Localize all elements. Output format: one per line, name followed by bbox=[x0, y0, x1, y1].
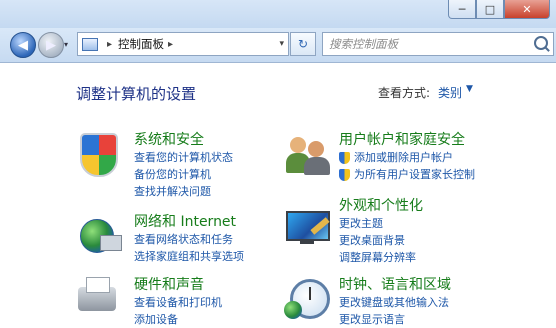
control-panel-icon bbox=[82, 37, 98, 51]
refresh-button[interactable]: ↻ bbox=[290, 32, 316, 56]
window-controls: ─ □ ✕ bbox=[448, 0, 550, 20]
refresh-icon: ↻ bbox=[297, 37, 309, 51]
category-hardware-sound: 硬件和声音 查看设备和打印机 添加设备 bbox=[134, 276, 222, 328]
display-brush-icon[interactable] bbox=[284, 203, 330, 249]
search-icon[interactable] bbox=[534, 36, 548, 50]
category-title[interactable]: 用户帐户和家庭安全 bbox=[339, 131, 475, 149]
category-link[interactable]: 更改桌面背景 bbox=[339, 232, 423, 249]
category-title[interactable]: 时钟、语言和区域 bbox=[339, 276, 451, 294]
category-title[interactable]: 硬件和声音 bbox=[134, 276, 222, 294]
category-link[interactable]: 更改主题 bbox=[339, 215, 423, 232]
main-content: 调整计算机的设置 查看方式: 类别 ▼ 系统和安全 查看您的计算机状态 备份您的… bbox=[0, 63, 556, 326]
category-link[interactable]: 添加设备 bbox=[134, 311, 222, 328]
category-link[interactable]: 查看设备和打印机 bbox=[134, 294, 222, 311]
title-bar: ─ □ ✕ bbox=[0, 0, 556, 28]
category-link-label[interactable]: 添加或删除用户帐户 bbox=[354, 149, 453, 166]
category-link[interactable]: 调整屏幕分辨率 bbox=[339, 249, 423, 266]
uac-shield-icon bbox=[339, 168, 350, 181]
minimize-button[interactable]: ─ bbox=[448, 0, 476, 19]
category-link[interactable]: 查看您的计算机状态 bbox=[134, 149, 233, 166]
view-by-label: 查看方式: bbox=[378, 86, 431, 100]
category-link[interactable]: 更改键盘或其他输入法 bbox=[339, 294, 451, 311]
category-link[interactable]: 查找并解决问题 bbox=[134, 183, 233, 200]
breadcrumb-separator-icon[interactable]: ▸ bbox=[107, 39, 112, 50]
category-link[interactable]: 添加或删除用户帐户 bbox=[339, 149, 475, 166]
search-box[interactable] bbox=[322, 32, 554, 56]
category-link-label[interactable]: 为所有用户设置家长控制 bbox=[354, 166, 475, 183]
breadcrumb-control-panel[interactable]: 控制面板 bbox=[118, 36, 164, 52]
category-title[interactable]: 系统和安全 bbox=[134, 131, 233, 149]
category-link[interactable]: 备份您的计算机 bbox=[134, 166, 233, 183]
category-link[interactable]: 为所有用户设置家长控制 bbox=[339, 166, 475, 183]
close-button[interactable]: ✕ bbox=[504, 0, 550, 19]
view-by-dropdown[interactable]: 类别 bbox=[438, 84, 462, 101]
category-title[interactable]: 网络和 Internet bbox=[134, 213, 244, 231]
category-network-internet: 网络和 Internet 查看网络状态和任务 选择家庭组和共享选项 bbox=[134, 213, 244, 265]
category-appearance: 外观和个性化 更改主题 更改桌面背景 调整屏幕分辨率 bbox=[339, 197, 423, 266]
security-shield-icon[interactable] bbox=[76, 131, 122, 177]
view-by-dropdown-arrow-icon[interactable]: ▼ bbox=[466, 84, 473, 94]
category-clock-language-region: 时钟、语言和区域 更改键盘或其他输入法 更改显示语言 bbox=[339, 276, 451, 328]
printer-icon[interactable] bbox=[74, 275, 120, 321]
maximize-button[interactable]: □ bbox=[476, 0, 504, 19]
category-title[interactable]: 外观和个性化 bbox=[339, 197, 423, 215]
clock-globe-icon[interactable] bbox=[284, 275, 330, 321]
back-button[interactable]: ◀ bbox=[10, 32, 36, 58]
network-globe-icon[interactable] bbox=[74, 213, 122, 259]
users-icon[interactable] bbox=[284, 131, 330, 177]
address-bar[interactable]: ▸ 控制面板 ▸ ▾ bbox=[77, 32, 289, 56]
forward-button[interactable]: ▶ bbox=[38, 32, 64, 58]
uac-shield-icon bbox=[339, 151, 350, 164]
category-link[interactable]: 更改显示语言 bbox=[339, 311, 451, 328]
address-dropdown-icon[interactable]: ▾ bbox=[279, 39, 284, 49]
breadcrumb-separator-icon[interactable]: ▸ bbox=[168, 39, 173, 50]
recent-pages-dropdown-icon[interactable]: ▾ bbox=[64, 40, 68, 49]
navigation-bar: ◀ ▶ ▾ ▸ 控制面板 ▸ ▾ ↻ bbox=[0, 28, 556, 63]
page-title: 调整计算机的设置 bbox=[76, 85, 197, 103]
category-user-accounts: 用户帐户和家庭安全 添加或删除用户帐户 为所有用户设置家长控制 bbox=[339, 131, 475, 183]
category-system-security: 系统和安全 查看您的计算机状态 备份您的计算机 查找并解决问题 bbox=[134, 131, 233, 200]
category-link[interactable]: 查看网络状态和任务 bbox=[134, 231, 244, 248]
search-input[interactable] bbox=[323, 34, 531, 54]
category-link[interactable]: 选择家庭组和共享选项 bbox=[134, 248, 244, 265]
